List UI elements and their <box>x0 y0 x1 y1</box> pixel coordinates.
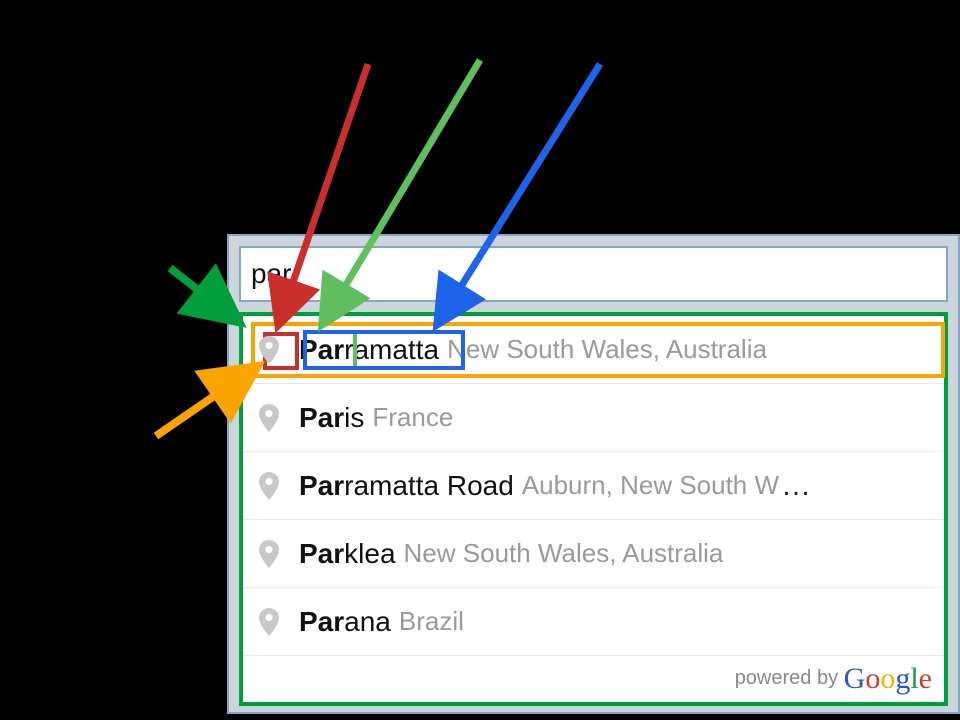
suggestion-name: Paris <box>299 402 364 434</box>
suggestion-item[interactable]: Parramatta Road Auburn, New South W… <box>243 452 944 520</box>
suggestion-detail: France <box>372 402 453 433</box>
suggestion-rest: ramatta <box>344 334 439 365</box>
pin-icon <box>259 472 279 500</box>
attribution-prefix: powered by <box>735 667 844 689</box>
suggestion-detail: Brazil <box>399 606 464 637</box>
suggestion-rest: is <box>344 402 364 433</box>
suggestion-name: Parramatta Road <box>299 470 514 502</box>
suggestion-detail: Auburn, New South W <box>522 470 779 501</box>
pin-icon <box>259 404 279 432</box>
suggestion-detail: New South Wales, Australia <box>404 538 724 569</box>
suggestion-prefix: Par <box>299 470 344 501</box>
suggestion-name: Parramatta <box>299 334 439 366</box>
pin-icon <box>259 608 279 636</box>
attribution: powered by Google <box>243 656 944 702</box>
suggestion-item[interactable]: Parana Brazil <box>243 588 944 656</box>
suggestion-name: Parklea <box>299 538 396 570</box>
suggestion-item[interactable]: Parklea New South Wales, Australia <box>243 520 944 588</box>
suggestion-detail: New South Wales, Australia <box>447 334 767 365</box>
suggestion-container: ParramattaNew South Wales, AustraliaPari… <box>239 312 948 706</box>
pin-icon <box>259 472 279 500</box>
autocomplete-widget: ParramattaNew South Wales, AustraliaPari… <box>227 234 960 714</box>
suggestion-prefix: Par <box>299 402 344 433</box>
suggestion-prefix: Par <box>299 334 344 365</box>
pin-icon <box>259 608 279 636</box>
ellipsis-icon: … <box>781 469 813 503</box>
pin-icon <box>259 336 279 364</box>
suggestion-prefix: Par <box>299 606 344 637</box>
suggestion-rest: klea <box>344 538 395 569</box>
suggestion-prefix: Par <box>299 538 344 569</box>
pin-icon <box>259 540 279 568</box>
suggestion-item[interactable]: Parramatta New South Wales, Australia <box>243 316 944 384</box>
search-input[interactable] <box>239 246 948 302</box>
suggestion-name: Parana <box>299 606 391 638</box>
suggestion-rest: ana <box>344 606 391 637</box>
suggestion-item[interactable]: Paris France <box>243 384 944 452</box>
google-logo: Google <box>844 662 932 695</box>
suggestion-rest: ramatta Road <box>344 470 514 501</box>
pin-icon <box>259 540 279 568</box>
pin-icon <box>259 336 279 364</box>
pin-icon <box>259 404 279 432</box>
